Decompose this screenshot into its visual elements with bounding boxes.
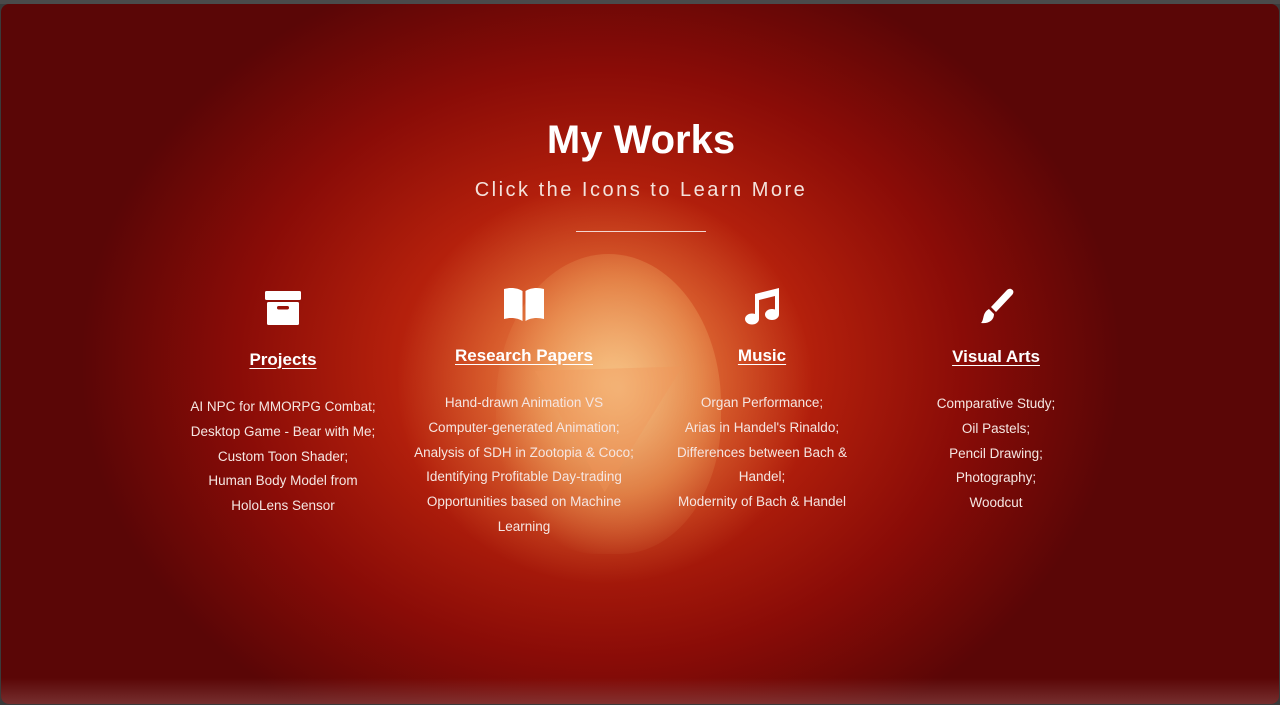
projects-column: Projects AI NPC for MMORPG Combat; Deskt… [158,290,408,519]
projects-list: AI NPC for MMORPG Combat; Desktop Game -… [158,395,408,519]
list-item: Comparative Study; [936,396,1056,411]
list-item: AI NPC for MMORPG Combat; [190,399,376,414]
list-item: Hand-drawn Animation VS [444,395,604,410]
list-item: Analysis of SDH in Zootopia & Coco; [414,444,634,460]
list-item: Custom Toon Shader; [217,448,349,464]
list-item: Organ Performance; [700,395,824,410]
list-item: Desktop Game - Bear with Me; [190,423,376,439]
list-item: Computer-generated Animation; [428,419,620,435]
list-item: Identifying Profitable Day-trading [426,469,622,485]
music-heading-link[interactable]: Music [738,346,786,366]
section-title: My Works [546,118,736,162]
list-item: Oil Pastels; [961,420,1031,436]
music-list: Organ Performance; Arias in Handel's Rin… [637,391,887,515]
title-divider [576,231,706,232]
open-book-icon[interactable] [399,286,649,328]
works-section: My Works Click the Icons to Learn More P… [1,4,1279,704]
list-item: Modernity of Bach & Handel [677,494,847,510]
list-item: HoloLens Sensor [231,498,335,514]
music-column: Music Organ Performance; Arias in Handel… [637,286,887,515]
list-item: Arias in Handel's Rinaldo; [684,419,840,435]
list-item: Photography; [955,470,1037,486]
paint-brush-icon[interactable] [871,287,1121,329]
music-notes-icon[interactable] [637,286,887,328]
list-item: Handel; [738,469,786,485]
visual-arts-column: Visual Arts Comparative Study; Oil Paste… [871,287,1121,516]
list-item: Learning [497,518,551,534]
research-papers-list: Hand-drawn Animation VS Computer-generat… [399,391,649,540]
research-papers-heading-link[interactable]: Research Papers [455,346,593,366]
visual-arts-list: Comparative Study; Oil Pastels; Pencil D… [871,392,1121,516]
list-item: Differences between Bach & [676,444,848,460]
archive-box-icon[interactable] [158,290,408,332]
projects-heading-link[interactable]: Projects [249,350,316,370]
research-papers-column: Research Papers Hand-drawn Animation VS … [399,286,649,540]
section-subtitle: Click the Icons to Learn More [474,179,808,201]
list-item: Pencil Drawing; [949,445,1043,461]
list-item: Woodcut [969,495,1023,511]
list-item: Opportunities based on Machine [426,494,622,510]
visual-arts-heading-link[interactable]: Visual Arts [952,347,1040,367]
list-item: Human Body Model from [208,473,358,489]
